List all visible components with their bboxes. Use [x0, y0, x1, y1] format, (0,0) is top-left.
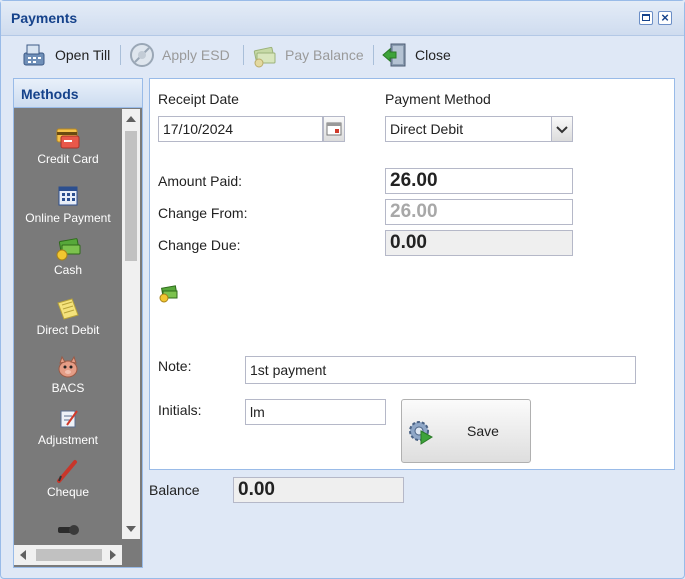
scroll-up-icon[interactable]	[126, 116, 136, 122]
method-label: Cash	[53, 263, 82, 277]
adjustment-icon	[55, 407, 81, 431]
methods-horizontal-scrollbar[interactable]	[14, 545, 122, 565]
toolbar-separator	[243, 45, 244, 65]
method-more[interactable]	[14, 519, 122, 541]
direct-debit-icon	[55, 297, 81, 321]
key-icon	[55, 519, 81, 541]
payment-method-select[interactable]	[385, 116, 552, 142]
payment-method-dropdown-button[interactable]	[551, 116, 573, 142]
change-from-label: Change From:	[158, 205, 248, 221]
calendar-picker-button[interactable]	[323, 116, 345, 142]
bacs-icon	[55, 355, 81, 379]
balance-field	[233, 477, 404, 503]
methods-panel: Methods Credit Card Online Payment Cash	[13, 78, 143, 568]
window-title: Payments	[11, 10, 78, 26]
close-label: Close	[415, 47, 451, 63]
amount-paid-label: Amount Paid:	[158, 173, 243, 189]
methods-vertical-scrollbar[interactable]	[122, 109, 140, 539]
method-direct-debit[interactable]: Direct Debit	[14, 297, 122, 337]
cheque-icon	[55, 459, 81, 483]
open-till-button[interactable]: Open Till	[21, 40, 110, 70]
esd-icon	[128, 41, 156, 69]
method-online-payment[interactable]: Online Payment	[14, 185, 122, 225]
pay-balance-icon	[251, 41, 279, 69]
change-from-input[interactable]	[385, 199, 573, 225]
maximize-icon[interactable]	[639, 11, 653, 25]
scroll-thumb[interactable]	[125, 131, 137, 261]
toolbar: Open Till Apply ESD Pay Balance Close	[1, 36, 684, 76]
save-button[interactable]: Save	[401, 399, 531, 463]
change-due-field	[385, 230, 573, 256]
initials-input[interactable]	[245, 399, 386, 425]
cash-icon	[55, 237, 81, 261]
apply-esd-button[interactable]: Apply ESD	[128, 40, 230, 70]
balance-label: Balance	[149, 482, 200, 498]
note-label: Note:	[158, 358, 192, 374]
method-label: Cheque	[46, 485, 90, 499]
payment-form: Receipt Date Payment Method Amount Paid:…	[149, 78, 675, 470]
scroll-left-icon[interactable]	[20, 550, 26, 560]
method-adjustment[interactable]: Adjustment	[14, 407, 122, 447]
gear-play-icon	[406, 418, 434, 446]
methods-title: Methods	[21, 86, 79, 102]
pay-balance-button[interactable]: Pay Balance	[251, 40, 364, 70]
amount-paid-input[interactable]	[385, 168, 573, 194]
method-label: Credit Card	[37, 152, 99, 166]
open-till-label: Open Till	[55, 47, 111, 63]
receipt-date-input[interactable]	[158, 116, 323, 142]
method-label: Direct Debit	[36, 323, 100, 337]
chevron-down-icon	[556, 126, 568, 134]
exit-door-icon	[381, 41, 409, 69]
scroll-thumb[interactable]	[36, 549, 102, 561]
apply-esd-label: Apply ESD	[162, 47, 230, 63]
payment-method-label: Payment Method	[385, 91, 491, 107]
close-icon[interactable]: ×	[658, 11, 672, 25]
method-label: Online Payment	[25, 211, 111, 225]
method-bacs[interactable]: BACS	[14, 355, 122, 395]
initials-label: Initials:	[158, 402, 202, 418]
title-bar: Payments ×	[1, 1, 684, 36]
scroll-down-icon[interactable]	[126, 526, 136, 532]
receipt-date-label: Receipt Date	[158, 91, 239, 107]
save-label: Save	[467, 423, 499, 439]
toolbar-separator	[120, 45, 121, 65]
cash-icon	[159, 285, 179, 303]
online-payment-icon	[55, 185, 81, 209]
pay-balance-label: Pay Balance	[285, 47, 364, 63]
methods-header: Methods	[14, 79, 142, 108]
method-label: BACS	[51, 381, 85, 395]
method-label: Adjustment	[37, 433, 99, 447]
toolbar-separator	[373, 45, 374, 65]
change-due-label: Change Due:	[158, 237, 241, 253]
payments-window: Payments × Open Till Apply ESD Pay Balan…	[0, 0, 685, 579]
note-input[interactable]	[245, 356, 636, 384]
method-credit-card[interactable]: Credit Card	[14, 126, 122, 166]
method-cheque[interactable]: Cheque	[14, 459, 122, 499]
scroll-right-icon[interactable]	[110, 550, 116, 560]
till-icon	[21, 41, 49, 69]
close-button[interactable]: Close	[381, 40, 451, 70]
method-cash[interactable]: Cash	[14, 237, 122, 277]
calendar-icon	[326, 122, 342, 136]
credit-card-icon	[55, 126, 81, 150]
